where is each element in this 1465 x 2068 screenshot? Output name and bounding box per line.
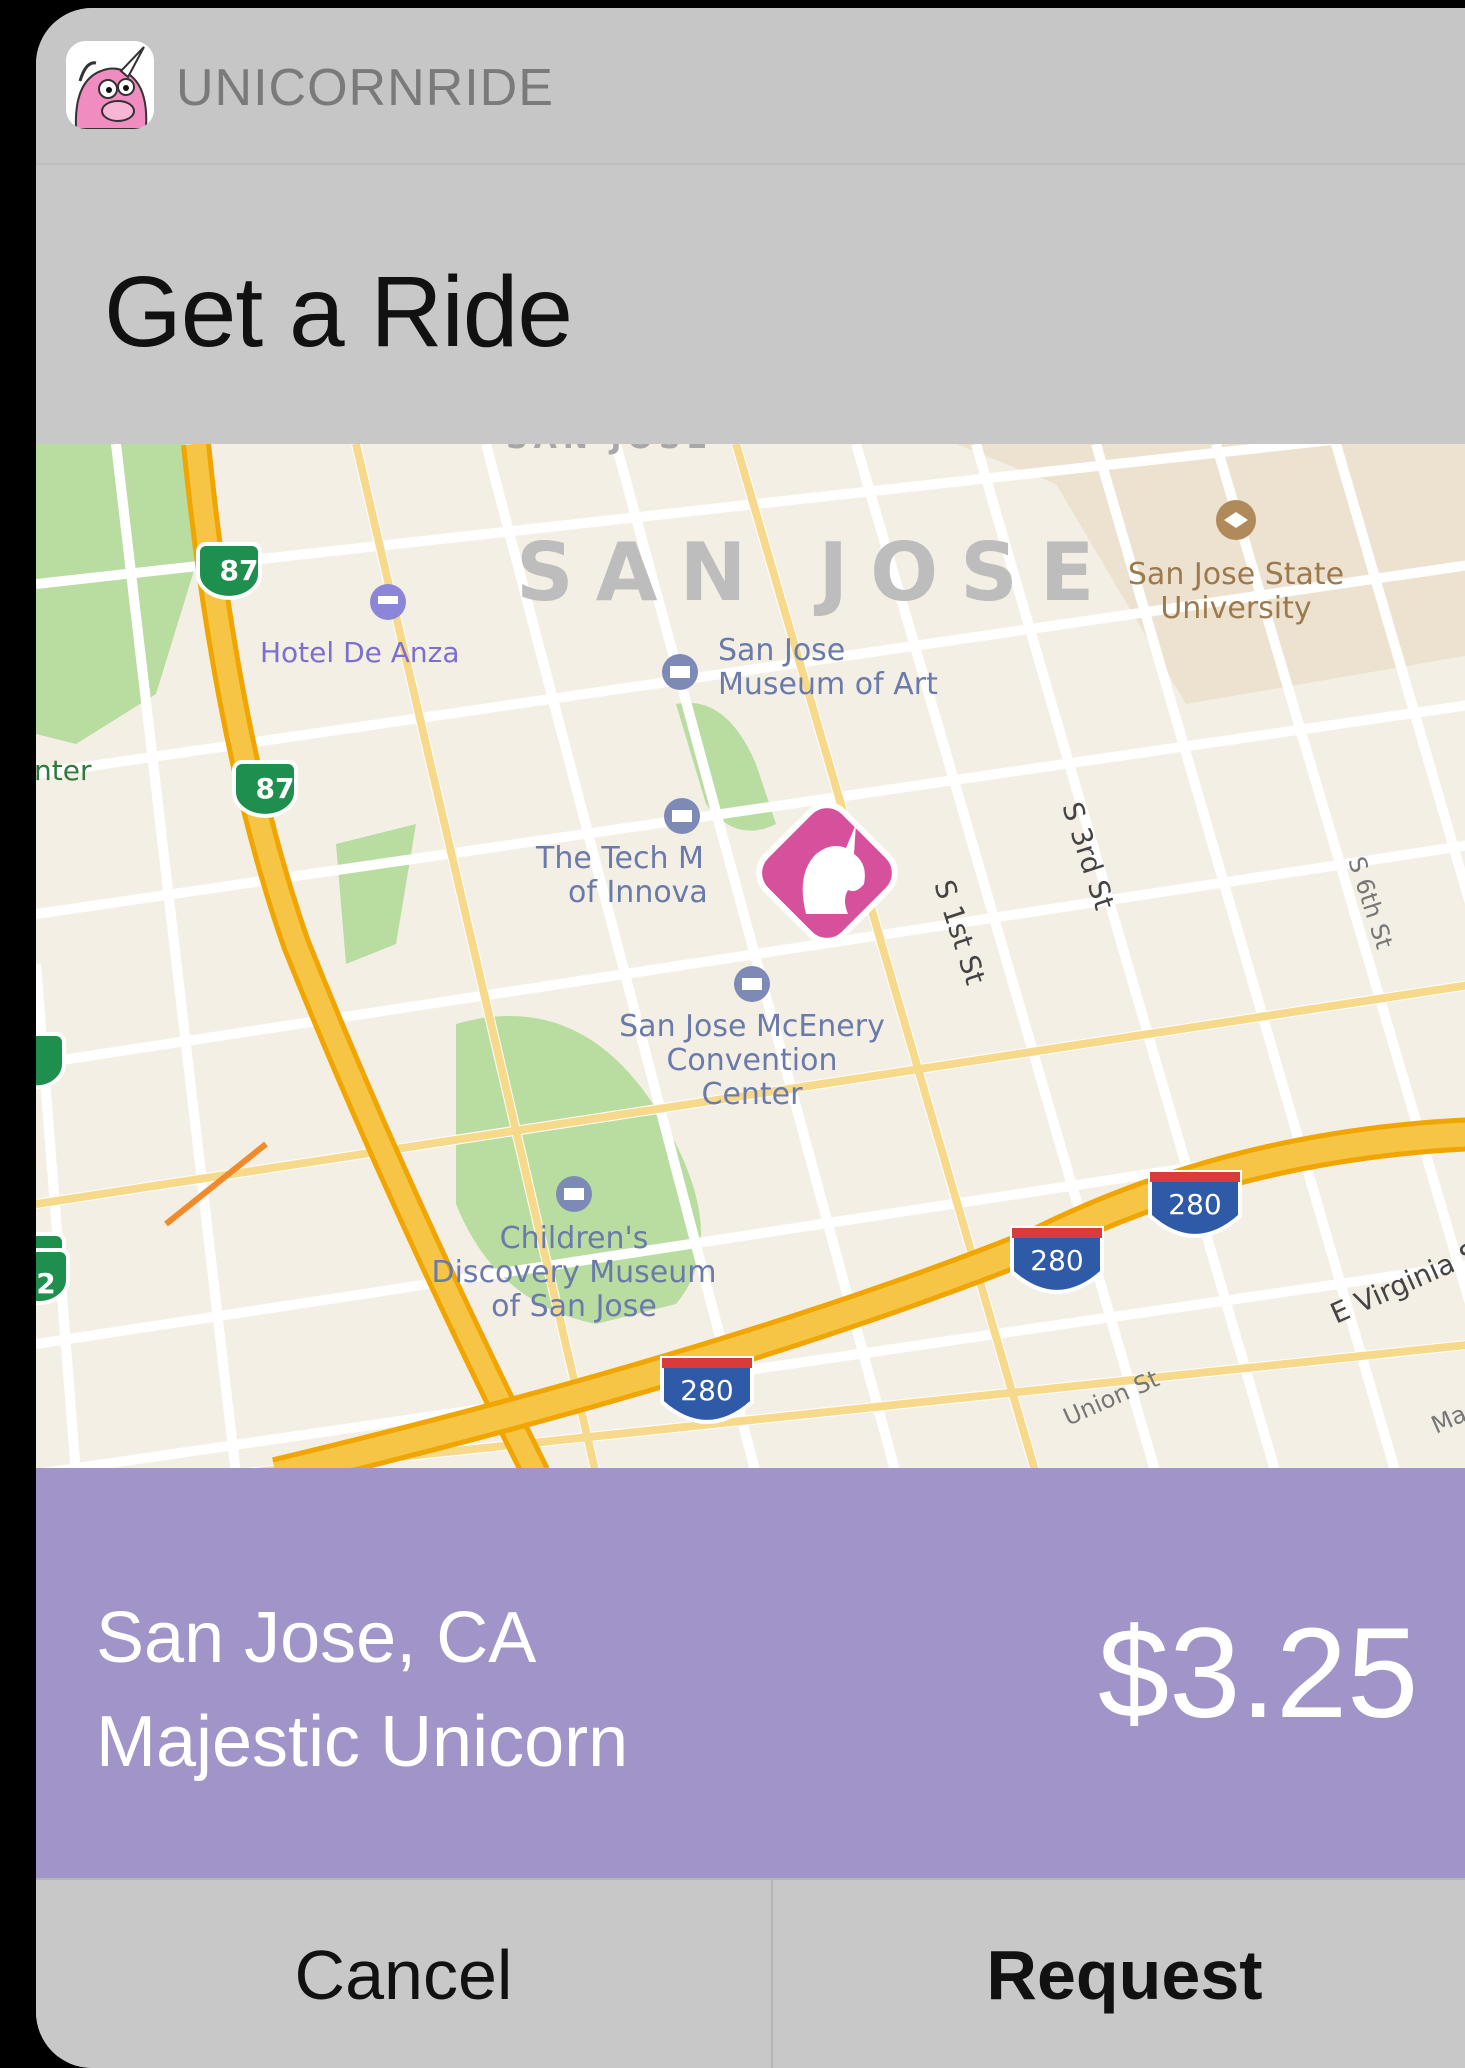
museum-art-poi[interactable]: San Jose Museum of Art bbox=[662, 633, 938, 702]
map-view[interactable]: 87 87 2 280 280 280 SAN JOSE nter Hotel … bbox=[36, 444, 1465, 1474]
shield-280-label: 280 bbox=[1168, 1188, 1221, 1221]
ride-price: $3.25 bbox=[1098, 1602, 1419, 1745]
interstate-280-shield: 280 bbox=[660, 1356, 754, 1424]
route-87-shield: 87 bbox=[196, 542, 262, 600]
action-bar: Cancel Request bbox=[36, 1878, 1465, 2068]
childrens-label-2: Discovery Museum bbox=[432, 1255, 717, 1290]
route-87-shield: 87 bbox=[232, 760, 298, 818]
museum-art-label-1: San Jose bbox=[718, 633, 845, 668]
app-name: UNICORNRIDE bbox=[176, 59, 554, 117]
university-label-2: University bbox=[1160, 591, 1311, 626]
app-header: UNICORNRIDE bbox=[36, 8, 1465, 165]
street-label-mart: Mart bbox=[1427, 1392, 1465, 1440]
convention-label-1: San Jose McEnery bbox=[619, 1009, 885, 1044]
shield-280-label: 280 bbox=[1030, 1244, 1083, 1277]
tech-museum-poi[interactable]: The Tech M of Innova bbox=[535, 798, 708, 910]
hotel-label: Hotel De Anza bbox=[260, 636, 460, 669]
tech-label-2: of Innova bbox=[568, 875, 708, 910]
request-button[interactable]: Request bbox=[773, 1880, 1465, 2068]
map-partial-label: nter bbox=[36, 754, 92, 787]
shield-2-label: 2 bbox=[36, 1267, 55, 1300]
park-area bbox=[336, 824, 416, 964]
highway-87-fill bbox=[186, 444, 545, 1474]
street-label-s3rd: S 3rd St bbox=[1055, 798, 1121, 914]
map-canvas: 87 87 2 280 280 280 SAN JOSE nter Hotel … bbox=[36, 444, 1465, 1474]
route-shield-left-top bbox=[36, 1032, 66, 1090]
tech-label-1: The Tech M bbox=[535, 841, 704, 876]
city-label: SAN JOSE bbox=[516, 526, 1116, 619]
shield-280-label: 280 bbox=[680, 1374, 733, 1407]
childrens-label-1: Children's bbox=[500, 1221, 649, 1256]
ride-details: San Jose, CA Majestic Unicorn bbox=[96, 1586, 628, 1794]
hotel-poi[interactable]: Hotel De Anza bbox=[260, 584, 460, 669]
interstate-280-shield: 280 bbox=[1148, 1170, 1242, 1238]
title-area: Get a Ride bbox=[36, 165, 1465, 445]
interstate-280-shield: 280 bbox=[1010, 1226, 1104, 1294]
route-shield-2: 2 bbox=[36, 1248, 70, 1306]
highway-87 bbox=[181, 444, 550, 1474]
page-title: Get a Ride bbox=[104, 256, 573, 368]
shield-87-label: 87 bbox=[220, 554, 259, 587]
museum-art-label-2: Museum of Art bbox=[718, 667, 938, 702]
cancel-button[interactable]: Cancel bbox=[36, 1880, 773, 2068]
park-area bbox=[36, 444, 196, 744]
ride-info-panel: San Jose, CA Majestic Unicorn $3.25 bbox=[36, 1468, 1465, 1878]
street-label-union: Union St bbox=[1059, 1365, 1163, 1432]
childrens-label-3: of San Jose bbox=[491, 1289, 657, 1324]
university-label-1: San Jose State bbox=[1128, 557, 1344, 592]
unicorn-app-icon bbox=[66, 41, 154, 129]
ride-location: San Jose, CA bbox=[96, 1598, 537, 1678]
shield-87-label: 87 bbox=[256, 772, 295, 805]
convention-label-2: Convention bbox=[666, 1043, 837, 1078]
ride-card: UNICORNRIDE Get a Ride 87 87 2 280 280 2… bbox=[36, 8, 1465, 2068]
city-label-top: SAN JOSE bbox=[506, 444, 713, 456]
ride-vehicle: Majestic Unicorn bbox=[96, 1702, 629, 1782]
convention-label-3: Center bbox=[702, 1077, 804, 1112]
